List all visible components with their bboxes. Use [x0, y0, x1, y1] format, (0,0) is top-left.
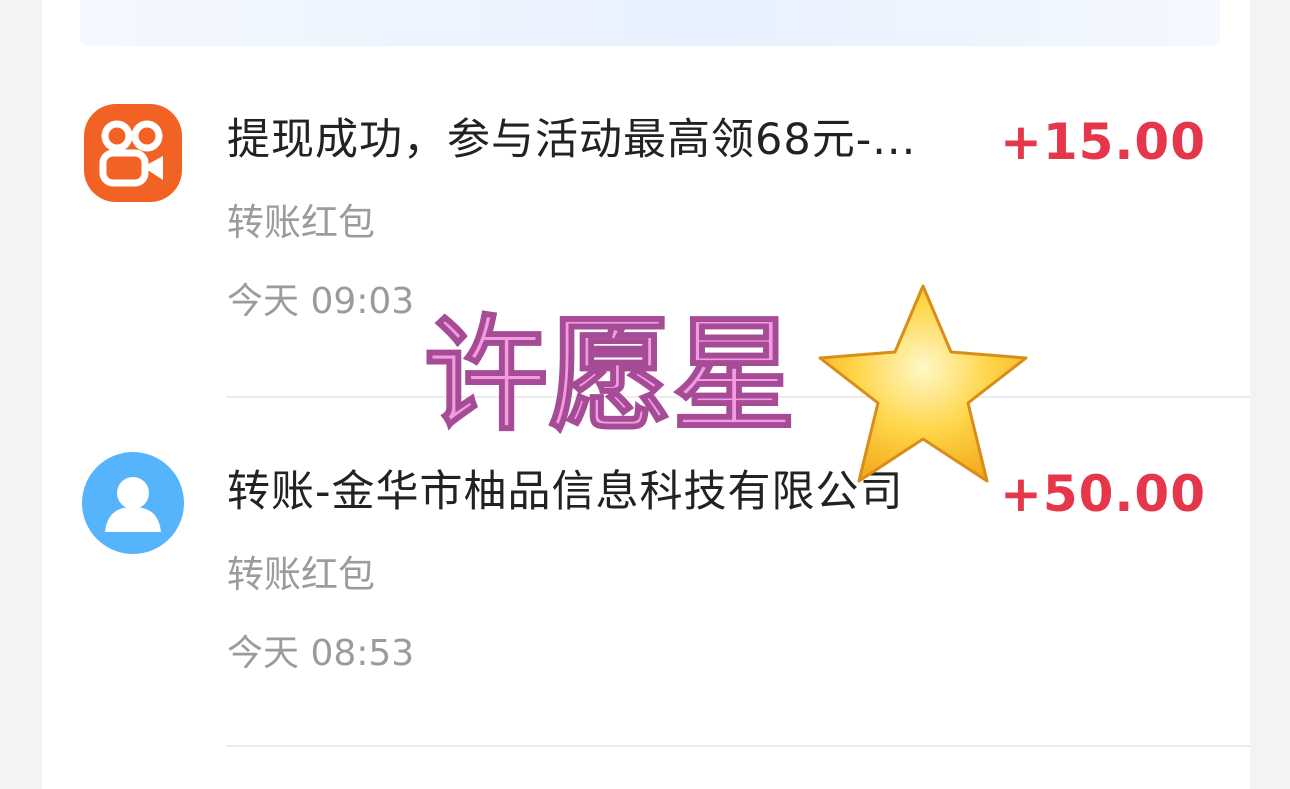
row-divider	[226, 745, 1250, 747]
transaction-amount: +50.00	[999, 465, 1206, 523]
transaction-title: 转账-金华市柚品信息科技有限公司	[227, 467, 904, 517]
transaction-screen: 提现成功，参与活动最高领68元-... +15.00 转账红包 今天 09:03…	[0, 0, 1290, 789]
transaction-time: 今天 09:03	[227, 281, 415, 322]
transaction-row[interactable]: 转账-金华市柚品信息科技有限公司 +50.00 转账红包 今天 08:53	[42, 398, 1250, 748]
transaction-type: 转账红包	[227, 201, 375, 244]
transaction-row[interactable]: 提现成功，参与活动最高领68元-... +15.00 转账红包 今天 09:03	[42, 46, 1250, 396]
transaction-title: 提现成功，参与活动最高领68元-...	[227, 115, 917, 165]
kuaishou-app-icon	[84, 104, 182, 202]
transaction-list-card: 提现成功，参与活动最高领68元-... +15.00 转账红包 今天 09:03…	[42, 0, 1250, 789]
top-banner	[80, 0, 1220, 46]
user-avatar-icon	[82, 452, 184, 554]
transaction-amount: +15.00	[999, 113, 1206, 171]
transaction-time: 今天 08:53	[227, 633, 415, 674]
transaction-type: 转账红包	[227, 553, 375, 596]
